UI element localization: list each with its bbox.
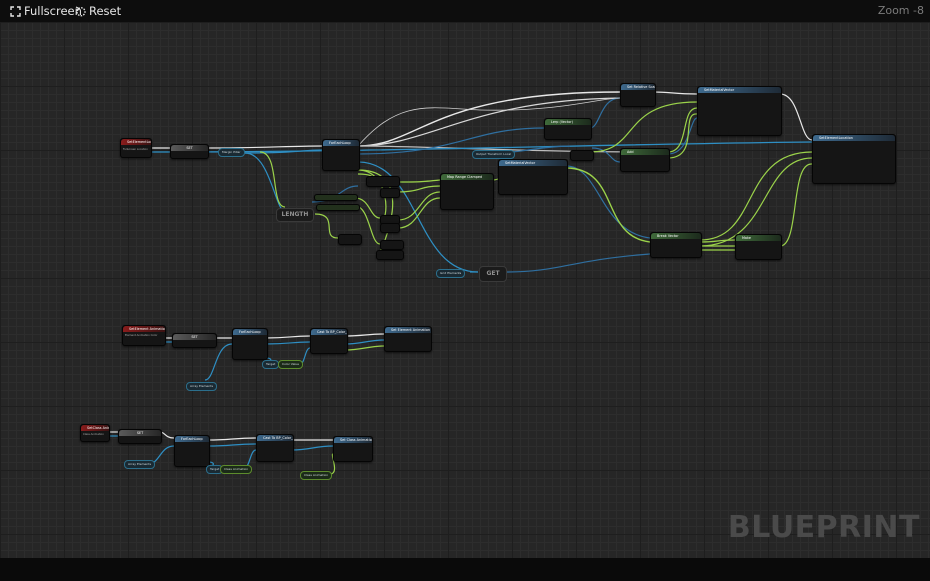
math-node-1[interactable] [366,176,400,187]
array-elements-variable-3[interactable]: Array Elements [124,460,156,469]
set-material-node-title: SetMaterialVector [499,160,567,166]
cast3-title: Cast To BP_Color_main [257,435,293,441]
cast-to-node-3[interactable]: Cast To BP_Color_main [256,434,294,462]
math-node-6[interactable] [376,250,404,260]
add-title: Add [621,149,669,155]
bottom-bar [0,558,930,581]
break-vector-title: Break Vector [651,233,701,239]
map-range-title: Map Range Clamped [441,174,493,180]
set-node-2-title: SET [173,334,216,340]
make-title: Make [736,235,781,241]
blueprint-watermark: BLUEPRINT [727,510,920,545]
cast2-title: Cast To BP_Color_main [311,329,347,335]
event2-pin-label: Element Animation Color [125,334,158,337]
math-node-5[interactable] [380,240,404,250]
blueprint-graph-canvas[interactable]: SetElementLocation Fullscreen Location S… [0,22,930,558]
add-node[interactable]: Add [620,148,670,172]
lerp-title: Lerp (Vector) [545,119,591,125]
event-pin-label: Fullscreen Location [123,148,148,151]
math-node-4[interactable] [380,223,400,233]
fullscreen-icon [10,5,21,17]
set-material-node[interactable]: SetMaterialVector [498,159,568,195]
toolbar: Fullscreen Reset Zoom -8 [0,0,930,22]
event3-pin-label: Class Animation [83,433,104,436]
event-set-class-animation[interactable]: SetClass Animation Class Animation [80,424,110,442]
zoom-level: Zoom -8 [877,4,924,17]
class-animation-variable-2[interactable]: Class Animation [300,471,333,480]
graph-wires [107,91,813,475]
set-element-location-node[interactable]: SetElementLocation [812,134,896,184]
reset-icon [75,5,86,16]
set-element-material-node[interactable]: SetMaterialVector [697,86,782,136]
set-class-animation-node[interactable]: Set Class Animation [333,436,373,462]
foreach3-title: ForEachLoop [175,436,209,442]
multiply-node[interactable] [338,234,362,245]
set-relative-title: Set Relative Scale3D [621,84,655,90]
float-input-node-2[interactable] [316,204,360,211]
vector-literal-node[interactable] [570,150,594,161]
set-node-2[interactable]: SET [172,333,217,348]
reset-label: Reset [89,4,122,18]
foreach-loop-node-2[interactable]: ForEachLoop [232,328,268,360]
fullscreen-button[interactable]: Fullscreen [10,3,82,19]
length-node[interactable]: LENGTH [276,208,314,222]
float-input-node[interactable] [314,194,358,201]
output-transform-variable[interactable]: Output Transform Local [472,150,516,159]
set-material-title: SetMaterialVector [698,87,781,93]
set-node[interactable]: SET [170,144,209,159]
map-range-clamped-node[interactable]: Map Range Clamped [440,173,494,210]
foreach2-title: ForEachLoop [233,329,267,335]
target-variable-2[interactable]: Target [262,360,280,369]
foreach-loop-node-3[interactable]: ForEachLoop [174,435,210,467]
fullscreen-label: Fullscreen [24,4,82,18]
event-set-element-animation-color[interactable]: SetElement Animation Color Element Anima… [122,325,166,346]
math-node-2[interactable] [380,188,400,198]
lerp-vector-node[interactable]: Lerp (Vector) [544,118,592,140]
set-element-animation-color-node[interactable]: Set Element Animation Color [384,326,432,352]
set-node-3[interactable]: SET [118,429,162,444]
margin-pillar-variable[interactable]: Margin Pillar [218,148,245,157]
foreach-title: ForEachLoop [323,140,359,146]
grid-elements-variable[interactable]: Grid Elements [436,269,466,278]
color-value-variable[interactable]: Color Value [278,360,304,369]
break-vector-node[interactable]: Break Vector [650,232,702,258]
set-location-title: SetElementLocation [813,135,895,141]
reset-button[interactable]: Reset [75,3,121,19]
set3-title: Set Class Animation [334,437,372,443]
event-set-element-location[interactable]: SetElementLocation Fullscreen Location [120,138,152,158]
set-relative-scale-node[interactable]: Set Relative Scale3D [620,83,656,107]
foreach-loop-node[interactable]: ForEachLoop [322,139,360,171]
make-node[interactable]: Make [735,234,782,260]
set2-title: Set Element Animation Color [385,327,431,333]
array-elements-variable-2[interactable]: Array Elements [186,382,218,391]
get-node[interactable]: GET [479,266,507,282]
class-animation-variable[interactable]: Class Animation [220,465,253,474]
set-node-title: SET [171,145,208,151]
set-node-3-title: SET [119,430,161,436]
cast-to-node-2[interactable]: Cast To BP_Color_main [310,328,348,354]
